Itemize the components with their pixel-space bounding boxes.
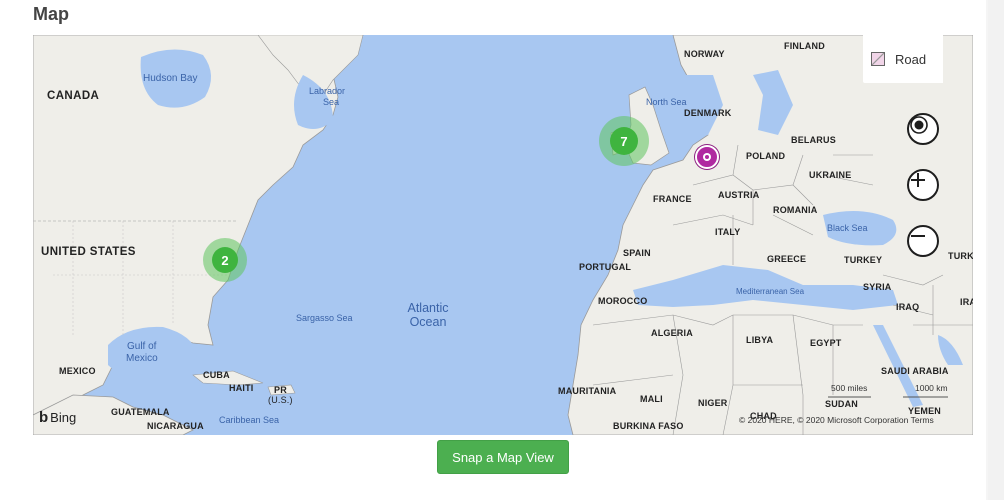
label-cuba: CUBA xyxy=(203,370,230,380)
label-atlantic-1: Atlantic xyxy=(407,301,449,315)
label-portugal: PORTUGAL xyxy=(579,262,632,272)
location-pin[interactable] xyxy=(695,145,719,169)
label-spain: SPAIN xyxy=(623,248,651,258)
marker-cluster[interactable]: 7 xyxy=(599,116,649,166)
marker-cluster[interactable]: 2 xyxy=(203,238,247,282)
label-saudi: SAUDI ARABIA xyxy=(881,366,949,376)
label-sudan: SUDAN xyxy=(825,399,859,409)
attribution-text: © 2020 HERE, © 2020 Microsoft Corporatio… xyxy=(739,415,909,425)
label-mexico: MEXICO xyxy=(59,366,96,376)
bing-wordmark: Bing xyxy=(50,410,77,425)
label-gulf-2: Mexico xyxy=(126,353,158,364)
map-base-layer xyxy=(33,35,973,435)
label-romania: ROMANIA xyxy=(773,205,818,215)
scrollbar-track[interactable] xyxy=(988,0,1004,500)
label-algeria: ALGERIA xyxy=(651,328,693,338)
label-libya: LIBYA xyxy=(746,335,774,345)
label-north-sea: North Sea xyxy=(646,97,687,107)
label-united-states: UNITED STATES xyxy=(41,246,136,258)
label-egypt: EGYPT xyxy=(810,338,842,348)
label-burkina: BURKINA FASO xyxy=(613,421,684,431)
label-gulf-1: Gulf of xyxy=(127,341,157,352)
label-mauritania: MAURITANIA xyxy=(558,386,617,396)
label-austria: AUSTRIA xyxy=(718,190,760,200)
label-mali: MALI xyxy=(640,394,663,404)
label-ira: IRA xyxy=(960,297,973,307)
map-attribution: © 2020 HERE, © 2020 Microsoft Corporatio… xyxy=(739,415,934,425)
zoom-out-button[interactable] xyxy=(907,225,939,257)
label-finland: FINLAND xyxy=(784,41,825,51)
zoom-in-button[interactable] xyxy=(907,169,939,201)
map-style-selector[interactable]: Road xyxy=(863,35,943,83)
label-canada: CANADA xyxy=(47,90,100,102)
label-pr-sub: (U.S.) xyxy=(268,395,293,405)
zoom-out-icon xyxy=(911,235,925,237)
cluster-count: 7 xyxy=(610,127,638,155)
label-turkey: TURKEY xyxy=(844,255,883,265)
label-syria: SYRIA xyxy=(863,282,892,292)
label-labrador-2: Sea xyxy=(323,97,340,107)
scale-imperial: 500 miles xyxy=(831,383,868,393)
snap-map-view-button[interactable]: Snap a Map View xyxy=(437,440,569,474)
label-nicaragua: NICARAGUA xyxy=(147,421,204,431)
label-niger: NIGER xyxy=(698,398,728,408)
bing-logo[interactable]: b Bing xyxy=(39,409,76,426)
terms-link[interactable]: Terms xyxy=(911,415,934,425)
cluster-count: 2 xyxy=(212,247,238,273)
road-map-icon xyxy=(871,52,885,66)
label-haiti: HAITI xyxy=(229,383,254,393)
label-atlantic-2: Ocean xyxy=(409,315,447,329)
label-ukraine: UKRAINE xyxy=(809,170,852,180)
label-guatemala: GUATEMALA xyxy=(111,407,170,417)
label-belarus: BELARUS xyxy=(791,135,836,145)
label-norway: NORWAY xyxy=(684,49,725,59)
label-mediterranean: Mediterranean Sea xyxy=(736,287,805,296)
bing-b-icon: b xyxy=(39,409,49,426)
label-labrador-1: Labrador xyxy=(309,86,346,96)
label-pr: PR xyxy=(274,385,287,395)
map-canvas[interactable]: CANADA UNITED STATES MEXICO CUBA HAITI P… xyxy=(33,35,973,435)
label-morocco: MOROCCO xyxy=(598,296,648,306)
locate-me-button[interactable] xyxy=(907,113,939,145)
label-sargasso: Sargasso Sea xyxy=(296,313,353,323)
label-turkmen: TURKI xyxy=(948,251,973,261)
map-style-label: Road xyxy=(895,51,927,67)
label-poland: POLAND xyxy=(746,151,786,161)
label-caribbean: Caribbean Sea xyxy=(219,415,280,425)
zoom-in-icon xyxy=(911,173,925,187)
label-france: FRANCE xyxy=(653,194,692,204)
label-italy: ITALY xyxy=(715,227,741,237)
locate-me-icon xyxy=(910,116,928,134)
pin-center xyxy=(705,155,709,159)
label-hudson-bay: Hudson Bay xyxy=(143,73,198,84)
label-iraq: IRAQ xyxy=(896,302,920,312)
label-black-sea: Black Sea xyxy=(827,223,868,233)
label-greece: GREECE xyxy=(767,254,807,264)
label-denmark: DENMARK xyxy=(684,108,732,118)
map-panel: Map CANADA UNITED STATES MEXICO CUBA HAI… xyxy=(0,0,986,500)
page-title: Map xyxy=(33,4,69,24)
scale-metric: 1000 km xyxy=(915,383,948,393)
